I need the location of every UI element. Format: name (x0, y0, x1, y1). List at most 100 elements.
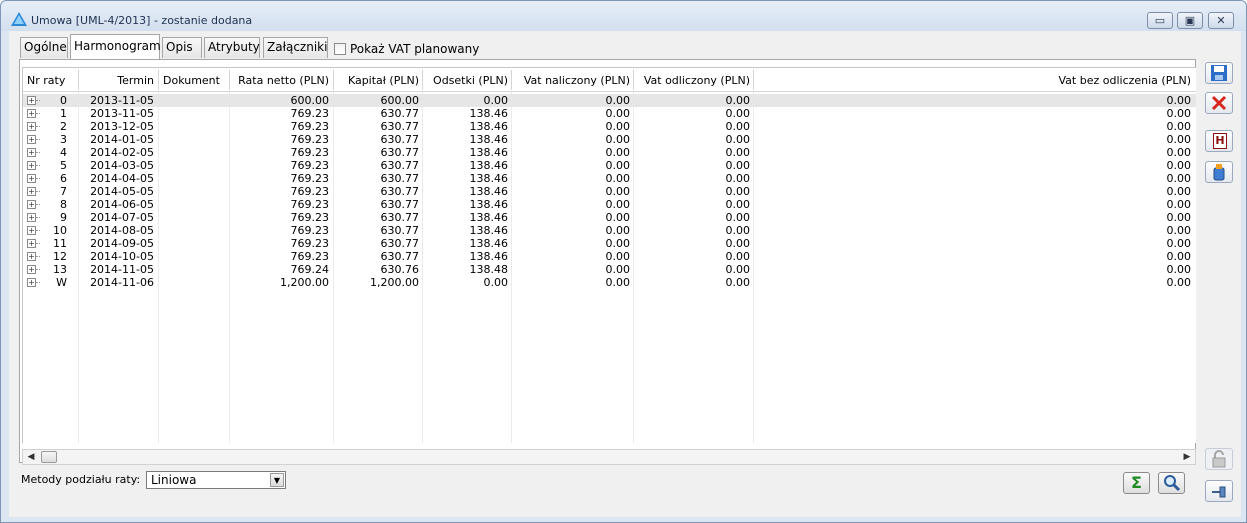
column-header-termin[interactable]: Termin (117, 74, 154, 87)
table-header: Nr raty Termin Dokument Rata netto (PLN)… (23, 68, 1196, 92)
cell-odsetki: 138.46 (469, 159, 509, 172)
cell-vat-naliczony: 0.00 (605, 172, 631, 185)
header-divider[interactable] (511, 70, 512, 90)
cell-nr: 7 (60, 185, 67, 198)
cell-vat-naliczony: 0.00 (605, 133, 631, 146)
vat-planned-label: Pokaż VAT planowany (350, 42, 480, 56)
expand-plus-icon[interactable]: + (27, 265, 36, 274)
delete-button[interactable] (1205, 92, 1233, 114)
cell-kapital: 630.76 (380, 263, 420, 276)
cell-vat-naliczony: 0.00 (605, 237, 631, 250)
table-row[interactable]: +12 2014-10-05 769.23 630.77 138.46 0.00 0.00 0… (23, 250, 1196, 263)
expand-plus-icon[interactable]: + (27, 109, 36, 118)
expand-plus-icon[interactable]: + (27, 148, 36, 157)
cell-nr: 11 (53, 237, 67, 250)
expand-plus-icon[interactable]: + (27, 135, 36, 144)
header-divider[interactable] (158, 70, 159, 90)
cell-kapital: 630.77 (380, 120, 420, 133)
table-row[interactable]: +11 2014-09-05 769.23 630.77 138.46 0.00 0.00 0… (23, 237, 1196, 250)
scroll-left-arrow-icon[interactable]: ◀ (24, 451, 38, 463)
header-divider[interactable] (422, 70, 423, 90)
table-row[interactable]: +6 2014-04-05 769.23 630.77 138.46 0.00 0.00 0.… (23, 172, 1196, 185)
header-divider[interactable] (78, 70, 79, 90)
table-row[interactable]: +1 2013-11-05 769.23 630.77 138.46 0.00 0.00 0.… (23, 107, 1196, 120)
column-header-odsetki[interactable]: Odsetki (PLN) (433, 74, 508, 87)
save-button[interactable] (1205, 62, 1233, 84)
history-button[interactable]: H (1205, 130, 1233, 152)
expand-plus-icon[interactable]: + (27, 213, 36, 222)
table-row[interactable]: + W 2014-11-06 1,200.00 1,200.00 0.00 0.00 0.00… (23, 276, 1196, 289)
table-row[interactable]: +0 2013-11-05 600.00 600.00 0.00 0.00 0.00 0.00 (23, 94, 1196, 107)
tab-harmonogram[interactable]: Harmonogram (70, 34, 161, 59)
tab-ogolne[interactable]: Ogólne (20, 37, 68, 58)
expand-plus-icon[interactable]: + (27, 174, 36, 183)
expand-plus-icon[interactable]: + (27, 252, 36, 261)
tab-opis[interactable]: Opis (162, 37, 202, 58)
tree-connector (36, 230, 40, 231)
header-divider[interactable] (753, 70, 754, 90)
close-button[interactable]: ✕ (1208, 12, 1234, 29)
table-row[interactable]: +3 2014-01-05 769.23 630.77 138.46 0.00 0.00 0.… (23, 133, 1196, 146)
tab-zalaczniki[interactable]: Załączniki (263, 37, 328, 58)
table-row[interactable]: +13 2014-11-05 769.24 630.76 138.48 0.00 0.00 0… (23, 263, 1196, 276)
table-row[interactable]: +5 2014-03-05 769.23 630.77 138.46 0.00 0.00 0.… (23, 159, 1196, 172)
title-bar[interactable]: Umowa [UML-4/2013] - zostanie dodana ▭ ▣… (1, 1, 1246, 31)
expand-plus-icon[interactable]: + (27, 187, 36, 196)
cell-odsetki: 138.46 (469, 133, 509, 146)
cell-nr: 2 (60, 120, 67, 133)
cell-rata-netto: 769.23 (290, 198, 330, 211)
cell-odsetki: 138.46 (469, 211, 509, 224)
column-header-nr[interactable]: Nr raty (27, 74, 65, 87)
search-icon (1163, 475, 1180, 492)
column-header-vat-odliczony[interactable]: Vat odliczony (PLN) (644, 74, 750, 87)
cell-vat-odliczony: 0.00 (725, 250, 751, 263)
column-header-rata[interactable]: Rata netto (PLN) (238, 74, 329, 87)
column-header-dokument[interactable]: Dokument (163, 74, 220, 87)
schedule-table[interactable]: Nr raty Termin Dokument Rata netto (PLN)… (22, 67, 1196, 443)
vat-planned-checkbox[interactable] (334, 43, 346, 55)
table-row[interactable]: +8 2014-06-05 769.23 630.77 138.46 0.00 0.00 0.… (23, 198, 1196, 211)
column-header-kapital[interactable]: Kapitał (PLN) (348, 74, 419, 87)
sum-button[interactable]: Σ (1123, 472, 1150, 494)
expand-plus-icon[interactable]: + (27, 122, 36, 131)
header-divider[interactable] (229, 70, 230, 90)
split-method-select[interactable]: Liniowa ▼ (146, 471, 286, 489)
table-row[interactable]: +4 2014-02-05 769.23 630.77 138.46 0.00 0.00 0.… (23, 146, 1196, 159)
cell-vat-bez-odliczenia: 0.00 (1166, 250, 1192, 263)
chevron-down-icon[interactable]: ▼ (270, 473, 284, 487)
cell-termin: 2014-09-05 (90, 237, 154, 250)
cell-kapital: 630.77 (380, 159, 420, 172)
expand-plus-icon[interactable]: + (27, 200, 36, 209)
minimize-button[interactable]: ▭ (1147, 12, 1173, 29)
table-row[interactable]: +10 2014-08-05 769.23 630.77 138.46 0.00 0.00 0… (23, 224, 1196, 237)
cell-termin: 2013-11-05 (90, 94, 154, 107)
expand-plus-icon[interactable]: + (27, 278, 36, 287)
cell-termin: 2014-06-05 (90, 198, 154, 211)
search-button[interactable] (1158, 472, 1185, 494)
horizontal-scrollbar[interactable]: ◀ ▶ (22, 449, 1196, 465)
table-row[interactable]: +9 2014-07-05 769.23 630.77 138.46 0.00 0.00 0.… (23, 211, 1196, 224)
expand-plus-icon[interactable]: + (27, 226, 36, 235)
cell-odsetki: 138.46 (469, 250, 509, 263)
lock-button[interactable] (1205, 448, 1233, 470)
tab-atrybuty[interactable]: Atrybuty (204, 37, 260, 58)
maximize-button[interactable]: ▣ (1177, 12, 1203, 29)
scroll-right-arrow-icon[interactable]: ▶ (1180, 451, 1194, 463)
pin-button[interactable] (1205, 480, 1233, 502)
table-row[interactable]: +7 2014-05-05 769.23 630.77 138.46 0.00 0.00 0.… (23, 185, 1196, 198)
cell-vat-bez-odliczenia: 0.00 (1166, 237, 1192, 250)
expand-plus-icon[interactable]: + (27, 96, 36, 105)
header-divider[interactable] (333, 70, 334, 90)
cell-rata-netto: 769.24 (290, 263, 330, 276)
cell-vat-bez-odliczenia: 0.00 (1166, 94, 1192, 107)
scroll-thumb[interactable] (41, 451, 57, 463)
expand-plus-icon[interactable]: + (27, 239, 36, 248)
expand-plus-icon[interactable]: + (27, 161, 36, 170)
attribute-button[interactable] (1205, 161, 1233, 183)
column-header-vat-naliczony[interactable]: Vat naliczony (PLN) (524, 74, 630, 87)
table-row[interactable]: +2 2013-12-05 769.23 630.77 138.46 0.00 0.00 0.… (23, 120, 1196, 133)
cell-termin: 2014-04-05 (90, 172, 154, 185)
cell-termin: 2014-05-05 (90, 185, 154, 198)
column-header-vat-bez-odliczenia[interactable]: Vat bez odliczenia (PLN) (1059, 74, 1192, 87)
header-divider[interactable] (633, 70, 634, 90)
